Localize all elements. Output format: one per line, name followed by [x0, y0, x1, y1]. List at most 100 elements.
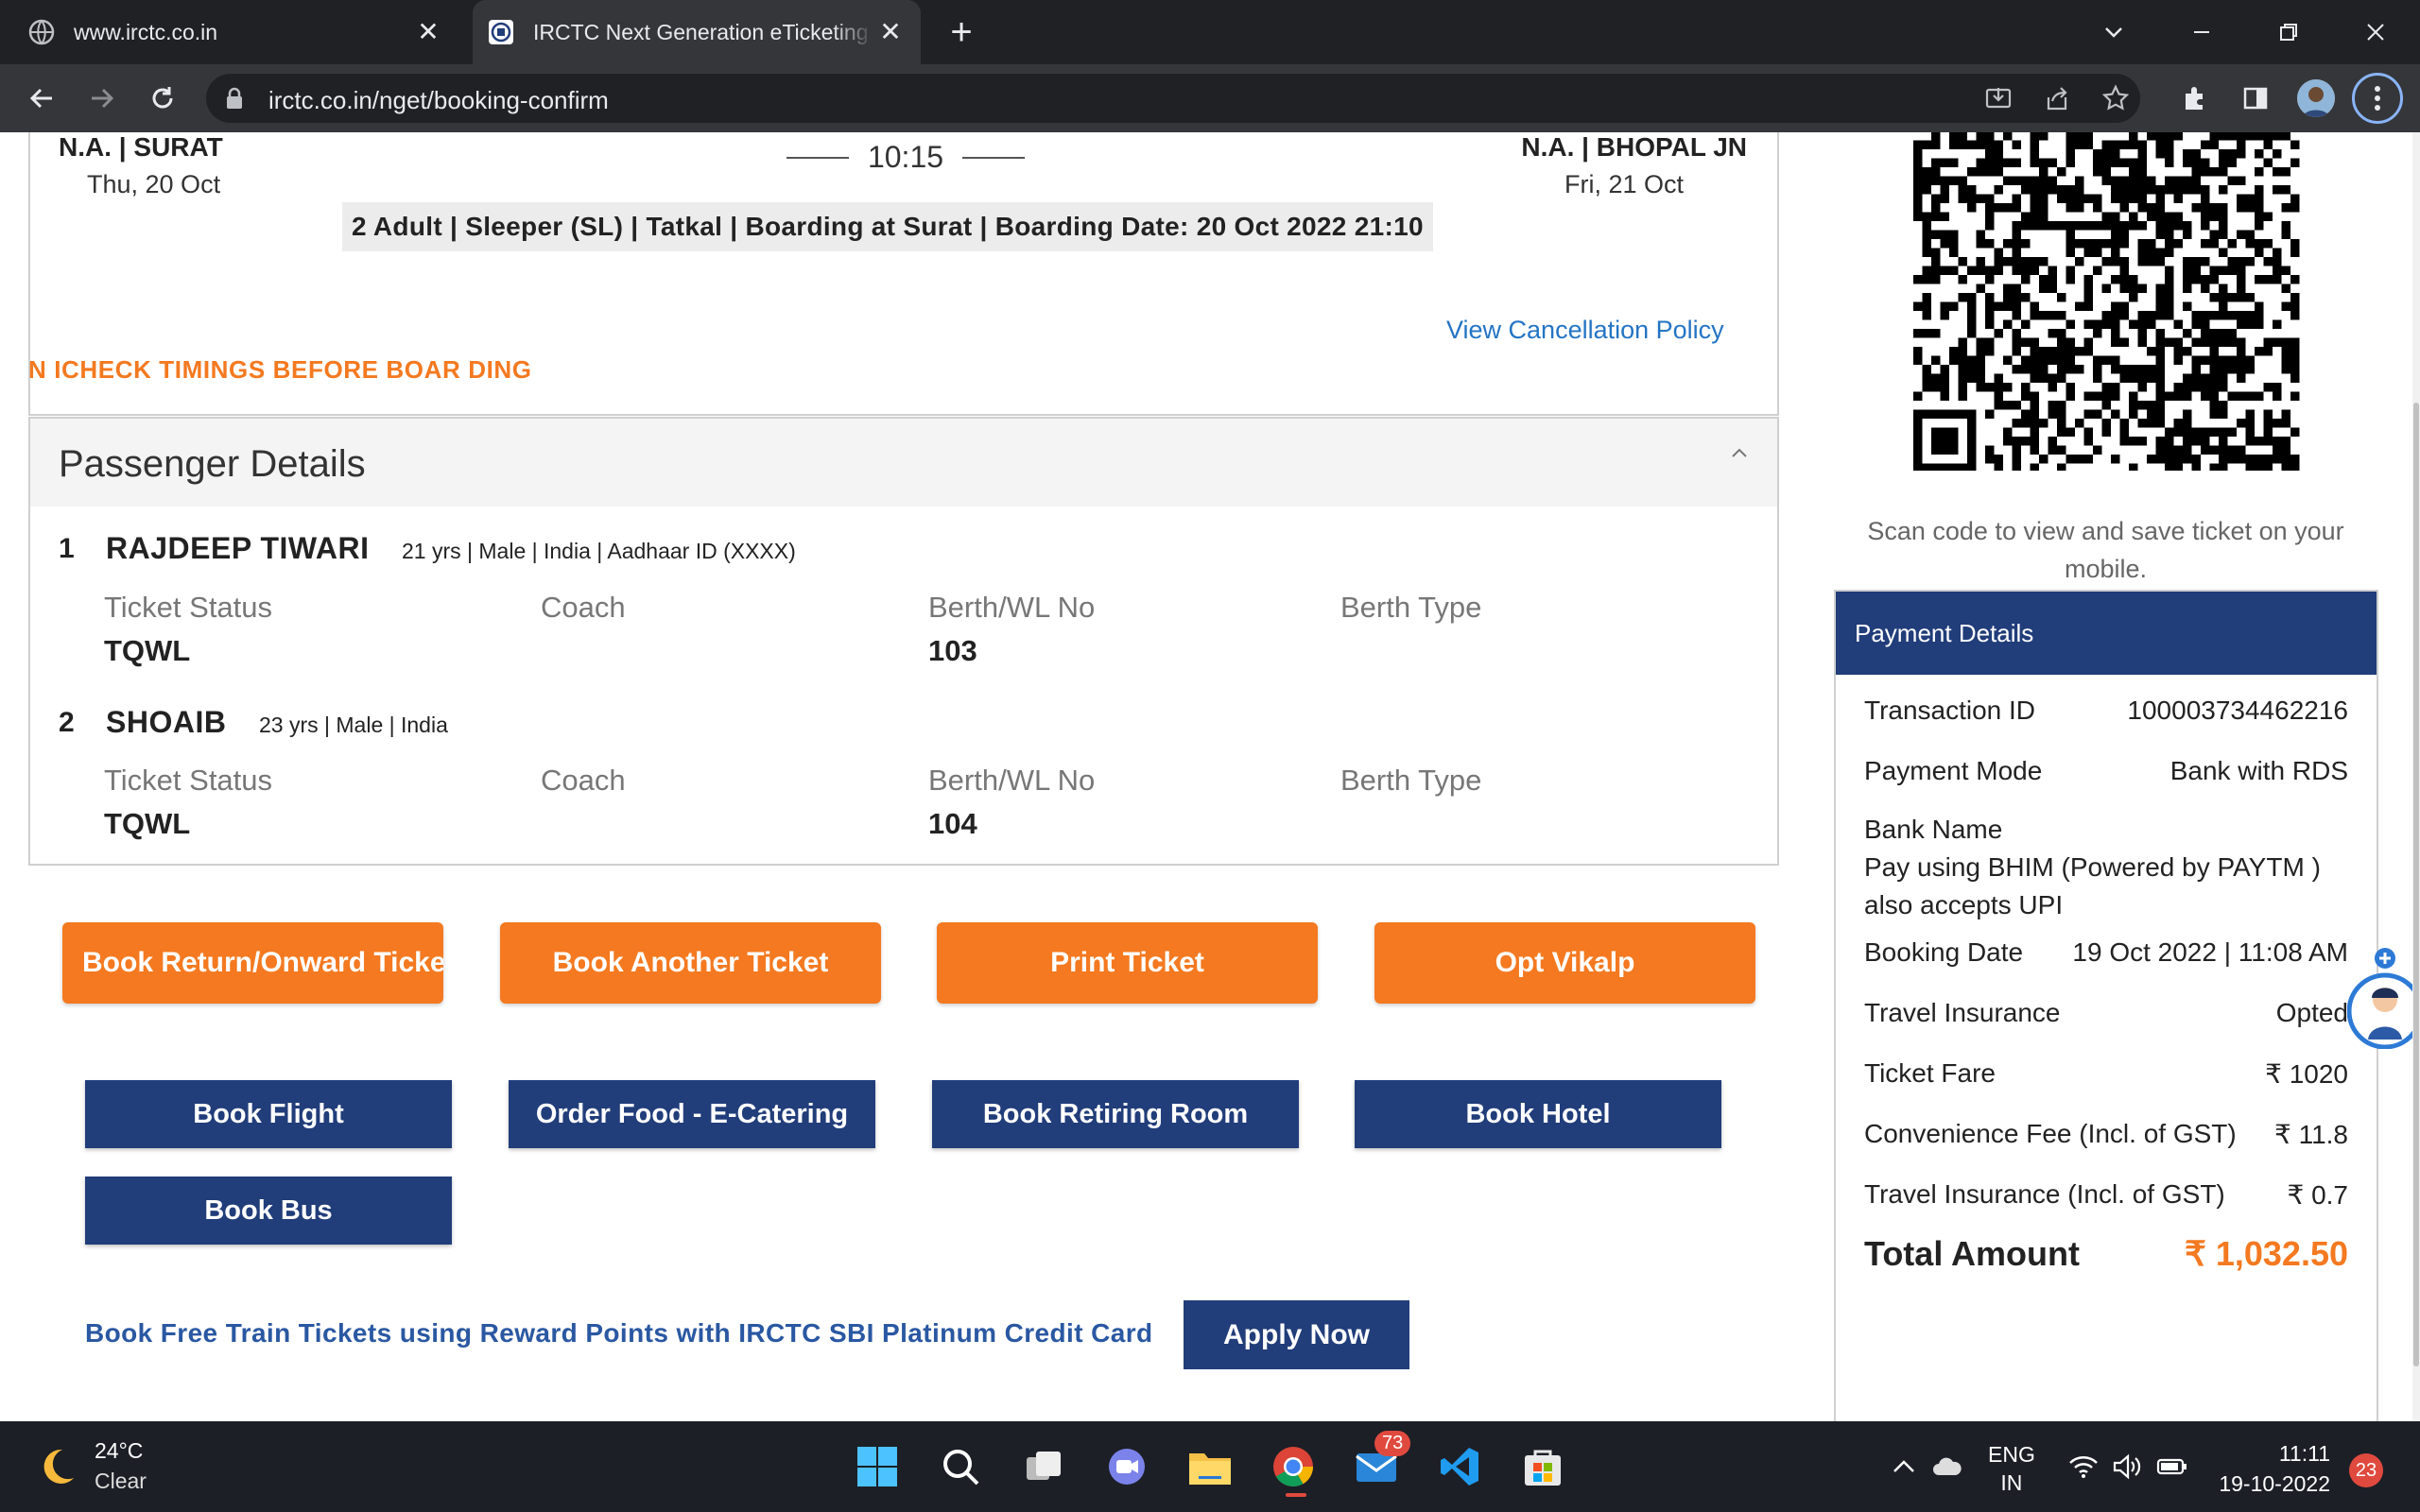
share-icon[interactable] — [2042, 83, 2072, 113]
moon-icon[interactable] — [34, 1444, 79, 1494]
url-text: irctc.co.in/nget/booking-confirm — [268, 86, 609, 114]
search-icon[interactable] — [936, 1442, 985, 1491]
chevron-up-icon[interactable] — [1730, 447, 1749, 465]
tab-irctc-eticketing[interactable]: IRCTC Next Generation eTicketing ✕ — [473, 0, 921, 64]
region-code: IN — [2000, 1470, 2023, 1495]
from-station: N.A. | SURAT — [59, 132, 223, 162]
booking-date-row: Booking Date 19 Oct 2022 | 11:08 AM — [1864, 937, 2348, 968]
windows-taskbar: 24°C Clear 73 ENG IN 11:11 19-10-2022 23 — [0, 1421, 2420, 1512]
chrome-taskbar-icon[interactable] — [1269, 1442, 1318, 1497]
store-icon[interactable] — [1518, 1442, 1567, 1491]
profile-avatar[interactable] — [2297, 79, 2335, 117]
system-clock[interactable]: 11:11 19-10-2022 — [2217, 1438, 2330, 1499]
bank-name-block: Bank Name Pay using BHIM (Powered by PAY… — [1864, 811, 2356, 924]
total-amount-row: Total Amount ₹ 1,032.50 — [1864, 1234, 2348, 1274]
convenience-fee-value: ₹ 11.8 — [2273, 1120, 2348, 1149]
weather-condition: Clear — [95, 1469, 147, 1493]
passenger-meta: 23 yrs | Male | India — [259, 713, 448, 737]
active-app-indicator — [1286, 1493, 1306, 1497]
page-scrollbar[interactable] — [2412, 132, 2420, 1421]
volume-icon[interactable] — [2110, 1450, 2144, 1484]
check-timings-warning: N ICHECK TIMINGS BEFORE BOAR DING — [28, 355, 532, 384]
order-food-button[interactable]: Order Food - E-Catering — [509, 1080, 875, 1148]
side-panel-icon[interactable] — [2235, 77, 2276, 119]
insurance-fee-value: ₹ 0.7 — [2287, 1180, 2348, 1210]
chrome-menu-icon[interactable] — [2352, 73, 2403, 124]
vscode-icon[interactable] — [1435, 1442, 1484, 1491]
transaction-id-value: 100003734462216 — [2127, 696, 2348, 725]
to-station: N.A. | BHOPAL JN — [1521, 132, 1747, 162]
berth-type-label: Berth Type — [1340, 591, 1482, 624]
lock-icon[interactable] — [225, 87, 244, 114]
scrollbar-thumb[interactable] — [2413, 403, 2419, 1366]
task-view-icon[interactable] — [1019, 1442, 1068, 1491]
show-hidden-icons-chevron-icon[interactable] — [1887, 1450, 1921, 1484]
windows-start-icon[interactable] — [853, 1442, 902, 1491]
clock-time: 11:11 — [2278, 1441, 2330, 1466]
weather-temperature: 24°C — [95, 1438, 144, 1463]
payment-details-title: Payment Details — [1836, 592, 2377, 675]
bank-name-label: Bank Name — [1864, 815, 2003, 844]
passenger-name: SHOAIB — [106, 705, 227, 739]
book-flight-button[interactable]: Book Flight — [85, 1080, 452, 1148]
sbi-card-promo-link[interactable]: Book Free Train Tickets using Reward Poi… — [85, 1318, 1153, 1349]
minimize-icon[interactable] — [2179, 9, 2224, 55]
address-bar: irctc.co.in/nget/booking-confirm — [0, 64, 2420, 132]
onedrive-cloud-icon[interactable] — [1930, 1450, 1964, 1484]
ticket-status-label: Ticket Status — [104, 591, 273, 624]
coach-label: Coach — [541, 591, 626, 624]
reload-icon[interactable] — [142, 77, 183, 119]
forward-icon[interactable] — [81, 77, 123, 119]
convenience-fee-row: Convenience Fee (Incl. of GST) ₹ 11.8 — [1864, 1119, 2348, 1150]
print-ticket-button[interactable]: Print Ticket — [937, 922, 1318, 1004]
berth-no-value: 104 — [928, 807, 977, 840]
url-field[interactable]: irctc.co.in/nget/booking-confirm — [206, 74, 2140, 123]
journey-duration: 10:15 — [786, 140, 1025, 175]
travel-insurance-label: Travel Insurance — [1864, 998, 2061, 1027]
passenger-details-header[interactable]: Passenger Details — [30, 419, 1777, 507]
bookmark-star-icon[interactable] — [2100, 83, 2131, 113]
globe-icon — [28, 19, 55, 45]
berth-no-label: Berth/WL No — [928, 764, 1096, 797]
booking-date-label: Booking Date — [1864, 937, 2024, 967]
book-hotel-button[interactable]: Book Hotel — [1355, 1080, 1721, 1148]
askdisha-chatbot-icon[interactable] — [2346, 945, 2420, 1050]
apply-now-button[interactable]: Apply Now — [1184, 1300, 1409, 1369]
payment-mode-label: Payment Mode — [1864, 756, 2043, 785]
mail-badge: 73 — [1374, 1431, 1411, 1456]
book-another-ticket-button[interactable]: Book Another Ticket — [500, 922, 881, 1004]
file-explorer-icon[interactable] — [1185, 1442, 1235, 1491]
tab-close-icon[interactable]: ✕ — [875, 17, 906, 47]
book-retiring-room-button[interactable]: Book Retiring Room — [932, 1080, 1299, 1148]
new-tab-icon[interactable]: + — [941, 11, 982, 53]
tab-close-icon[interactable]: ✕ — [413, 17, 443, 47]
from-date: Thu, 20 Oct — [87, 170, 221, 198]
passenger-details-title: Passenger Details — [59, 443, 366, 485]
view-cancellation-policy-link[interactable]: View Cancellation Policy — [1446, 316, 1724, 345]
berth-type-label: Berth Type — [1340, 764, 1482, 797]
back-icon[interactable] — [21, 77, 62, 119]
tab-search-icon[interactable] — [2091, 9, 2136, 55]
mail-icon[interactable]: 73 — [1352, 1431, 1411, 1491]
opt-vikalp-button[interactable]: Opt Vikalp — [1374, 922, 1755, 1004]
tab-irctc-home[interactable]: www.irctc.co.in ✕ — [28, 0, 458, 64]
ticket-qr-code — [1911, 132, 2303, 471]
notification-badge[interactable]: 23 — [2349, 1453, 2383, 1487]
wifi-icon[interactable] — [2066, 1450, 2100, 1484]
teams-chat-icon[interactable] — [1102, 1442, 1151, 1491]
language-indicator[interactable]: ENG IN — [1988, 1440, 2035, 1497]
extensions-icon[interactable] — [2174, 77, 2216, 119]
book-return-ticket-button[interactable]: Book Return/Onward Ticket — [62, 922, 443, 1004]
passenger-name: RAJDEEP TIWARI — [106, 531, 370, 565]
berth-no-label: Berth/WL No — [928, 591, 1096, 624]
duration-line-right — [961, 156, 1025, 159]
book-bus-button[interactable]: Book Bus — [85, 1177, 452, 1245]
ticket-status-value: TQWL — [104, 807, 191, 840]
total-amount-label: Total Amount — [1864, 1234, 2080, 1273]
install-app-icon[interactable] — [1983, 83, 2014, 113]
restore-icon[interactable] — [2266, 9, 2311, 55]
battery-icon[interactable] — [2155, 1450, 2189, 1484]
ticket-status-label: Ticket Status — [104, 764, 273, 797]
booking-confirm-page: N.A. | SURAT Thu, 20 Oct 10:15 N.A. | BH… — [0, 132, 2420, 1421]
close-window-icon[interactable] — [2353, 9, 2398, 55]
